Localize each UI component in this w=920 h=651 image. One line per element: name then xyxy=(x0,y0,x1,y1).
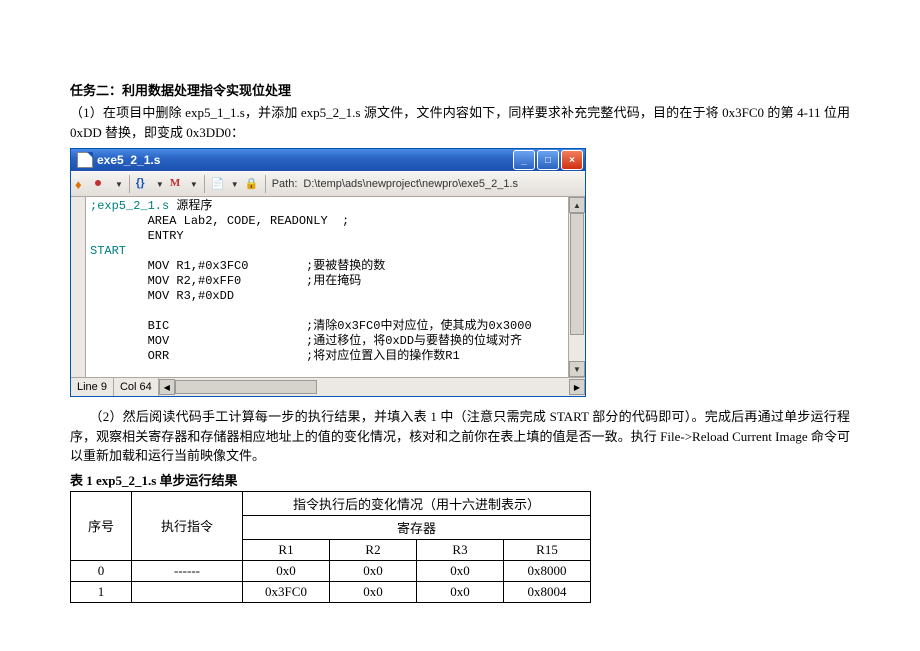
cell-instr xyxy=(132,581,243,602)
cell-idx: 1 xyxy=(71,581,132,602)
cell-idx: 0 xyxy=(71,560,132,581)
braces-dropdown[interactable]: ▼ xyxy=(156,180,164,189)
window-title: exe5_2_1.s xyxy=(97,153,513,167)
code-area: ;exp5_2_1.s 源程序 AREA Lab2, CODE, READONL… xyxy=(71,197,585,377)
code-comment: 清除0x3FC0中对应位，使其成为0x3000 xyxy=(313,319,531,333)
cell-r3: 0x0 xyxy=(417,560,504,581)
code-line: MOV R1,#0x3FC0 ; xyxy=(90,259,313,273)
toolbar: ♦ ▼ {} ▼ M ▼ 📄 ▼ 🔒 Path: D:\temp\ads\new… xyxy=(71,171,585,197)
document-icon xyxy=(77,152,93,168)
th-r2: R2 xyxy=(330,539,417,560)
scroll-up-icon[interactable]: ▲ xyxy=(569,197,585,213)
code-line: MOV R2,#0xFF0 ; xyxy=(90,274,313,288)
cell-r15: 0x8004 xyxy=(504,581,591,602)
task-heading: 任务二：利用数据处理指令实现位处理 xyxy=(70,80,850,99)
toolbar-separator xyxy=(265,175,266,193)
code-line: ;exp5_2_1.s xyxy=(90,199,176,213)
document-tool-icon[interactable]: 📄 xyxy=(211,177,225,191)
status-col: Col 64 xyxy=(114,378,159,396)
scroll-right-icon[interactable]: ▶ xyxy=(569,379,585,395)
th-registers: 寄存器 xyxy=(243,515,591,539)
braces-icon[interactable]: {} xyxy=(136,177,150,191)
scroll-thumb[interactable] xyxy=(175,380,317,394)
cell-r3: 0x0 xyxy=(417,581,504,602)
code-comment: 通过移位，将0xDD与要替换的位域对齐 xyxy=(313,334,522,348)
cell-r2: 0x0 xyxy=(330,581,417,602)
paragraph-1: （1）在项目中删除 exp5_1_1.s，并添加 exp5_2_1.s 源文件，… xyxy=(70,103,850,142)
path-label: Path: xyxy=(272,178,298,190)
cell-instr: ------ xyxy=(132,560,243,581)
scroll-down-icon[interactable]: ▼ xyxy=(569,361,585,377)
statusbar: Line 9 Col 64 ◀ ▶ xyxy=(71,377,585,396)
code-label: START xyxy=(90,244,126,258)
table-caption: 表 1 exp5_2_1.s 单步运行结果 xyxy=(70,470,850,489)
code-line: MOV ; xyxy=(90,334,313,348)
th-r3: R3 xyxy=(417,539,504,560)
scroll-thumb[interactable] xyxy=(570,213,584,335)
vertical-scrollbar[interactable]: ▲ ▼ xyxy=(568,197,585,377)
code-line: MOV R3,#0xDD xyxy=(90,289,234,303)
macro-dropdown[interactable]: ▼ xyxy=(190,180,198,189)
cell-r1: 0x3FC0 xyxy=(243,581,330,602)
path-value: D:\temp\ads\newproject\newpro\exe5_2_1.s xyxy=(303,178,518,190)
macro-icon[interactable]: M xyxy=(170,177,184,191)
th-r1: R1 xyxy=(243,539,330,560)
th-instruction: 执行指令 xyxy=(132,491,243,560)
breakpoint-dropdown[interactable]: ▼ xyxy=(115,180,123,189)
code-line: ORR ; xyxy=(90,349,313,363)
horizontal-scrollbar[interactable]: ◀ ▶ xyxy=(159,379,585,395)
titlebar[interactable]: exe5_2_1.s _ □ × xyxy=(71,149,585,171)
code-body[interactable]: ;exp5_2_1.s 源程序 AREA Lab2, CODE, READONL… xyxy=(86,197,568,377)
close-button[interactable]: × xyxy=(561,150,583,170)
code-comment: 用在掩码 xyxy=(313,274,361,288)
lock-icon[interactable]: 🔒 xyxy=(245,177,259,191)
code-line: ENTRY xyxy=(90,229,184,243)
toolbar-separator xyxy=(204,175,205,193)
cell-r1: 0x0 xyxy=(243,560,330,581)
scroll-left-icon[interactable]: ◀ xyxy=(159,379,175,395)
th-change: 指令执行后的变化情况（用十六进制表示） xyxy=(243,491,591,515)
cell-r2: 0x0 xyxy=(330,560,417,581)
result-table: 序号 执行指令 指令执行后的变化情况（用十六进制表示） 寄存器 R1 R2 R3… xyxy=(70,491,591,603)
code-comment: 要被替换的数 xyxy=(313,259,385,273)
th-index: 序号 xyxy=(71,491,132,560)
cell-r15: 0x8000 xyxy=(504,560,591,581)
breakpoint-icon[interactable] xyxy=(95,177,109,191)
editor-window: exe5_2_1.s _ □ × ♦ ▼ {} ▼ M ▼ 📄 ▼ 🔒 Path… xyxy=(70,148,586,397)
table-row: 0 ------ 0x0 0x0 0x0 0x8000 xyxy=(71,560,591,581)
document-dropdown[interactable]: ▼ xyxy=(231,180,239,189)
th-r15: R15 xyxy=(504,539,591,560)
status-line: Line 9 xyxy=(71,378,114,396)
table-row: 1 0x3FC0 0x0 0x0 0x8004 xyxy=(71,581,591,602)
gutter[interactable] xyxy=(71,197,86,377)
code-line: BIC ; xyxy=(90,319,313,333)
code-line: AREA Lab2, CODE, READONLY ; xyxy=(90,214,349,228)
code-comment: 将对应位置入目的操作数R1 xyxy=(313,349,459,363)
toolbar-separator xyxy=(129,175,130,193)
paragraph-2: （2）然后阅读代码手工计算每一步的执行结果，并填入表 1 中（注意只需完成 ST… xyxy=(70,407,850,466)
build-icon[interactable]: ♦ xyxy=(75,177,89,191)
maximize-button[interactable]: □ xyxy=(537,150,559,170)
minimize-button[interactable]: _ xyxy=(513,150,535,170)
code-comment: 源程序 xyxy=(176,199,212,213)
